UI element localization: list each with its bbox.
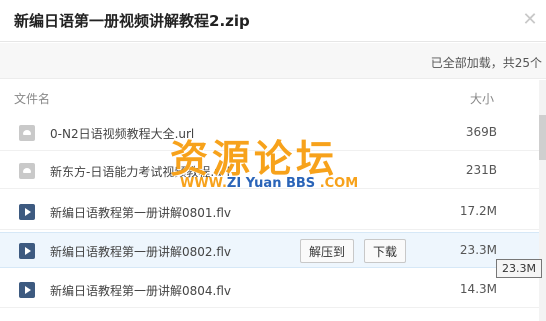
file-size: 369B [465, 125, 497, 139]
watermark: 资源论坛 WWW.ZI Yuan BBS .COM [170, 128, 385, 198]
column-name-header[interactable]: 文件名 [14, 90, 50, 107]
file-size: 17.2M [459, 204, 497, 218]
file-size: 14.3M [459, 282, 497, 296]
file-size: 23.3M [459, 243, 497, 257]
watermark-zi: ZI [226, 176, 242, 191]
file-row[interactable]: 新编日语教程第一册讲解0804.flv 14.3M [0, 272, 546, 308]
watermark-com: .COM [315, 176, 359, 191]
scrollbar-thumb[interactable] [539, 115, 546, 160]
size-tooltip: 23.3M [496, 259, 542, 278]
file-size: 231B [465, 163, 497, 177]
watermark-bbs: BBS [285, 176, 316, 191]
file-name[interactable]: 新编日语教程第一册讲解0804.flv [50, 282, 231, 299]
extract-to-button[interactable]: 解压到 [300, 239, 355, 263]
video-file-icon [19, 282, 35, 298]
file-row[interactable]: 新编日语教程第一册讲解0801.flv 17.2M [0, 194, 546, 230]
watermark-www: WWW. [180, 176, 227, 191]
video-file-icon [19, 204, 35, 220]
url-file-icon [19, 163, 35, 179]
watermark-yuan: Yuan [241, 176, 286, 191]
close-icon[interactable]: ✕ [520, 10, 540, 30]
watermark-title: 资源论坛 [170, 137, 339, 181]
video-file-icon [19, 243, 35, 259]
file-row-hovered[interactable]: 新编日语教程第一册讲解0802.flv 解压到 下载 23.3M [0, 232, 546, 268]
file-name[interactable]: 新编日语教程第一册讲解0802.flv [50, 243, 231, 260]
window-title: 新编日语第一册视频讲解教程2.zip [14, 12, 250, 30]
column-size-header[interactable]: 大小 [470, 90, 494, 107]
download-button[interactable]: 下载 [364, 239, 407, 263]
column-header: 文件名 大小 [0, 80, 546, 114]
load-status: 已全部加载，共25个 [430, 56, 542, 70]
watermark-url: WWW.ZI Yuan BBS .COM [180, 176, 358, 191]
url-file-icon [19, 125, 35, 141]
file-name[interactable]: 新编日语教程第一册讲解0801.flv [50, 204, 231, 221]
title-bar: 新编日语第一册视频讲解教程2.zip ✕ [0, 0, 546, 42]
status-bar: 已全部加载，共25个 [0, 43, 546, 79]
